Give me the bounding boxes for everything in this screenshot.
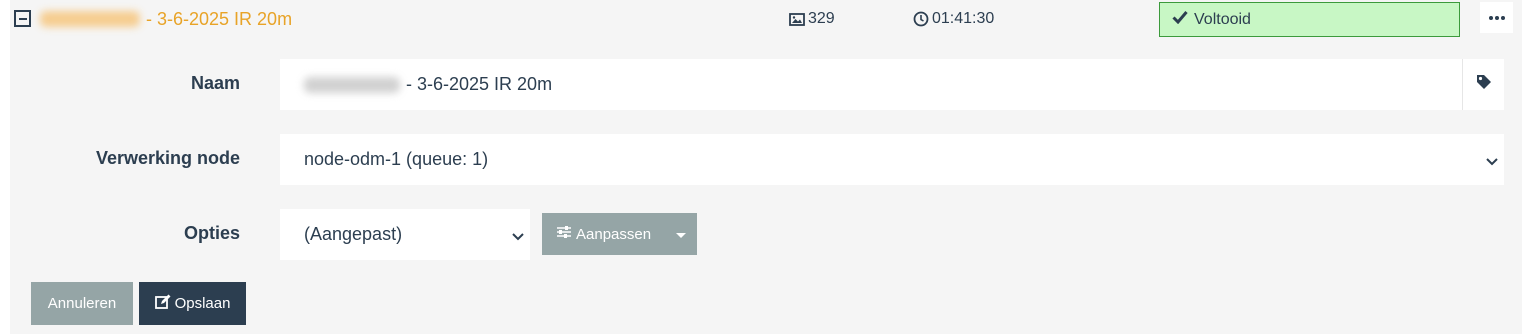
- task-title-text: - 3-6-2025 IR 20m: [146, 8, 293, 29]
- duration-value: 01:41:30: [932, 10, 995, 27]
- cancel-label: Annuleren: [47, 295, 117, 312]
- tag-icon: [1476, 74, 1492, 95]
- task-panel: - 3-6-2025 IR 20m 329 01:41:30 Voltooid …: [10, 0, 1522, 334]
- ellipsis-icon[interactable]: [1480, 2, 1513, 33]
- name-input[interactable]: - 3-6-2025 IR 20m: [280, 59, 1462, 110]
- cancel-button[interactable]: Annuleren: [31, 282, 133, 325]
- customize-button[interactable]: Aanpassen: [542, 213, 665, 255]
- chevron-down-icon: [1486, 149, 1498, 170]
- node-select[interactable]: node-odm-1 (queue: 1): [280, 134, 1504, 185]
- options-label: Opties: [183, 223, 240, 243]
- customize-split-button: Aanpassen: [542, 213, 697, 255]
- chevron-down-icon: [512, 224, 524, 245]
- task-title[interactable]: - 3-6-2025 IR 20m: [40, 8, 292, 30]
- redacted-name: [40, 11, 140, 27]
- tag-button[interactable]: [1462, 59, 1504, 110]
- edit-icon: [154, 294, 171, 313]
- status-text: Voltooid: [1194, 10, 1251, 28]
- options-select[interactable]: (Aangepast): [280, 209, 530, 260]
- sliders-icon: [556, 225, 572, 243]
- redacted-name: [304, 76, 400, 93]
- caret-down-icon: [676, 226, 686, 243]
- duration: 01:41:30: [913, 10, 994, 28]
- save-button[interactable]: Opslaan: [139, 282, 246, 325]
- image-count: 329: [789, 10, 835, 28]
- image-icon: [789, 12, 805, 26]
- check-icon: [1172, 10, 1188, 29]
- name-label: Naam: [190, 73, 240, 93]
- status-badge: Voltooid: [1159, 2, 1460, 37]
- node-label: Verwerking node: [95, 148, 240, 168]
- clock-icon: [913, 11, 929, 27]
- customize-dropdown-toggle[interactable]: [665, 213, 697, 255]
- save-label: Opslaan: [174, 295, 231, 312]
- node-select-value: node-odm-1 (queue: 1): [304, 149, 489, 169]
- options-select-value: (Aangepast): [304, 224, 403, 244]
- minus-square-icon[interactable]: [14, 10, 31, 27]
- customize-label: Aanpassen: [576, 225, 652, 243]
- image-count-value: 329: [808, 10, 835, 27]
- name-value: - 3-6-2025 IR 20m: [406, 74, 553, 94]
